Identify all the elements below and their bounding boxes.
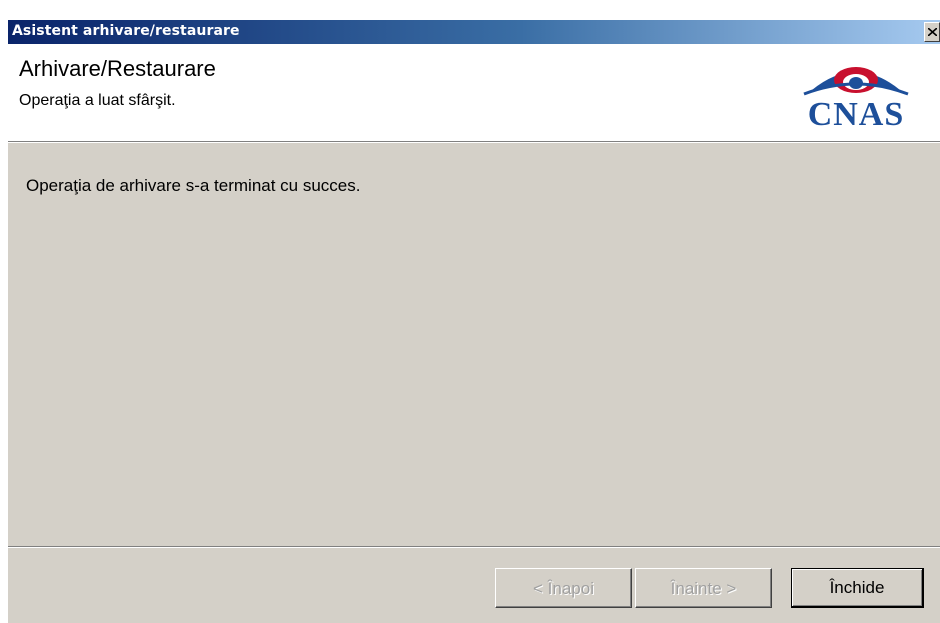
cnas-logo: CNAS <box>788 58 924 140</box>
close-button[interactable]: Închide <box>791 568 924 608</box>
next-button[interactable]: Înainte > <box>635 568 772 608</box>
close-window-button[interactable] <box>924 22 940 42</box>
status-message: Operaţia de arhivare s-a terminat cu suc… <box>26 176 361 195</box>
footer-divider-highlight <box>8 547 940 548</box>
logo-text: CNAS <box>807 96 905 133</box>
page-title: Arhivare/Restaurare <box>19 56 216 81</box>
wizard-content: Operaţia de arhivare s-a terminat cu suc… <box>8 143 940 546</box>
page-subtitle: Operaţia a luat sfârşit. <box>19 92 176 109</box>
close-icon <box>928 28 937 36</box>
window-title: Asistent arhivare/restaurare <box>12 23 240 39</box>
cnas-logo-emblem <box>803 67 909 96</box>
wizard-header: Arhivare/Restaurare Operaţia a luat sfâr… <box>8 44 940 142</box>
back-button[interactable]: < Înapoi <box>495 568 632 608</box>
title-bar[interactable]: Asistent arhivare/restaurare <box>8 20 940 44</box>
wizard-dialog: Asistent arhivare/restaurare Arhivare/Re… <box>8 20 940 623</box>
